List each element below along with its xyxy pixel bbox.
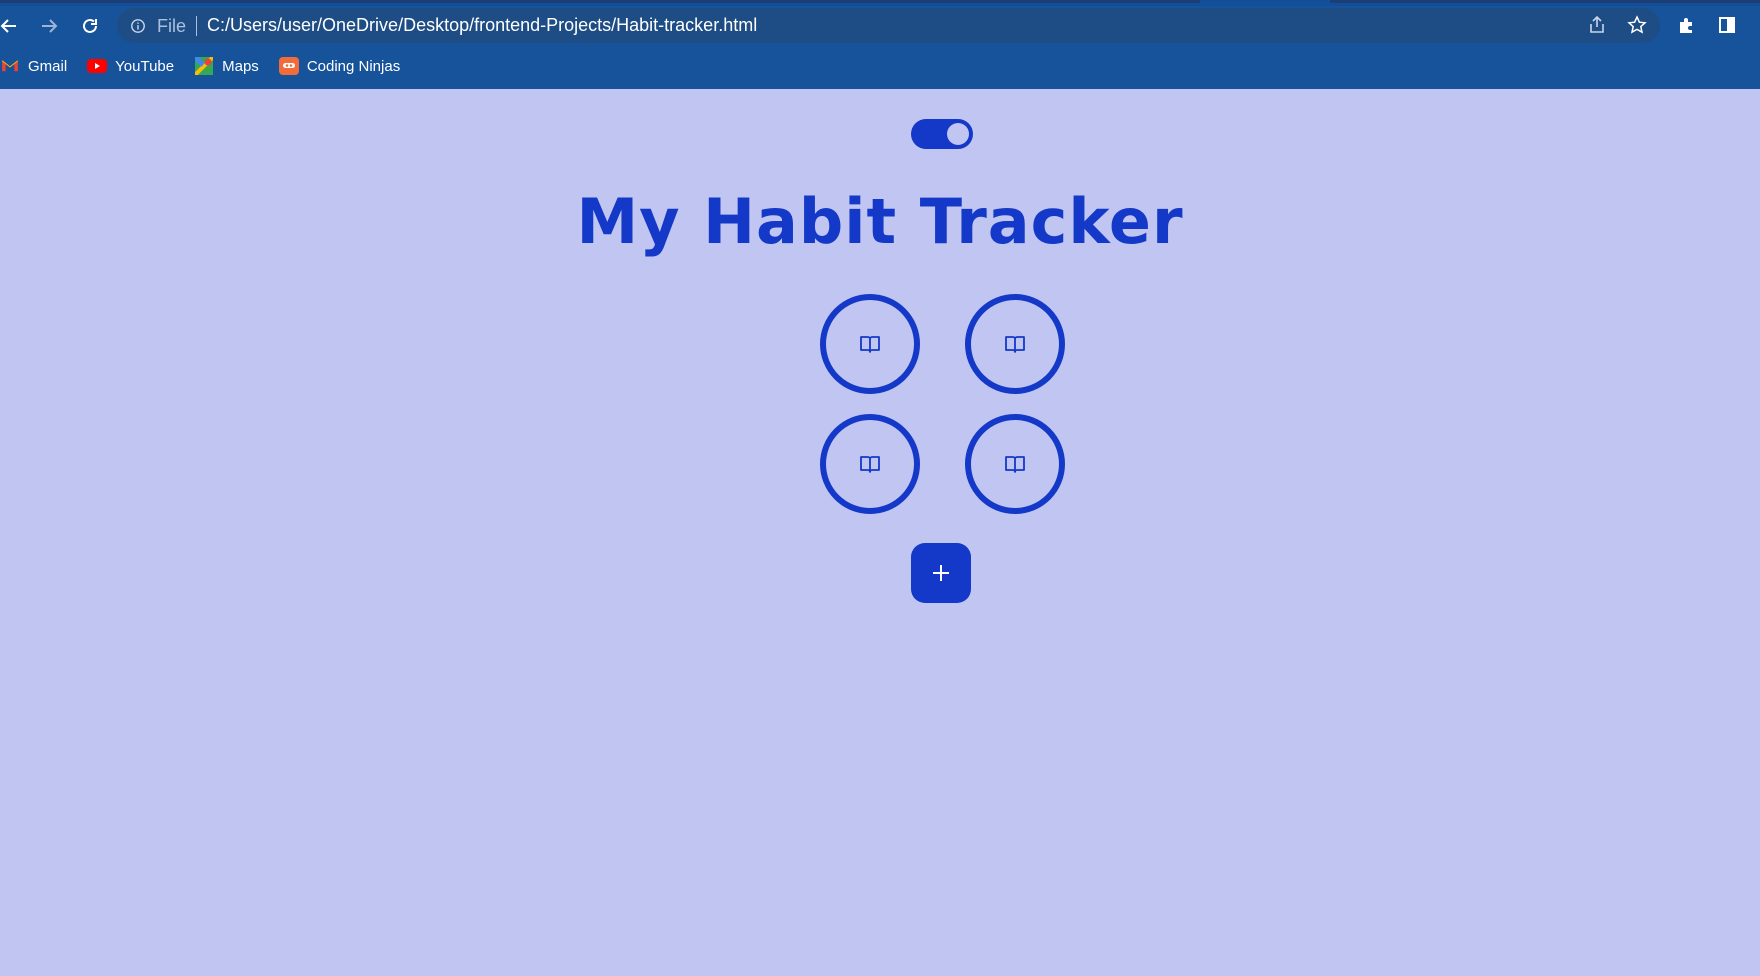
url-text[interactable]: C:/Users/user/OneDrive/Desktop/frontend-…	[207, 15, 757, 36]
tab-strip-segment	[1330, 0, 1760, 3]
bookmark-label: Gmail	[28, 57, 68, 75]
add-habit-button[interactable]	[911, 543, 971, 603]
book-icon	[860, 336, 880, 353]
forward-button[interactable]	[34, 11, 64, 41]
book-icon	[1005, 336, 1025, 353]
bookmark-label: YouTube	[115, 57, 175, 75]
plus-icon	[933, 565, 949, 581]
reload-icon	[83, 18, 97, 33]
share-button[interactable]	[1582, 10, 1612, 40]
bookmarks-bar: Gmail YouTube Maps Coding Ninjas	[0, 52, 420, 80]
back-button[interactable]	[0, 11, 24, 41]
habit-tracker-page: My Habit Tracker	[0, 89, 1760, 976]
bookmark-star-button[interactable]	[1622, 10, 1652, 40]
book-icon	[860, 456, 880, 473]
side-panel-icon	[1719, 17, 1735, 33]
coding-ninjas-icon	[278, 57, 299, 75]
book-icon	[1005, 456, 1025, 473]
bookmark-coding-ninjas[interactable]: Coding Ninjas	[278, 57, 401, 75]
browser-chrome: File C:/Users/user/OneDrive/Desktop/fron…	[0, 0, 1760, 89]
tab-strip	[0, 0, 1760, 6]
bookmark-label: Coding Ninjas	[306, 57, 401, 75]
page-title: My Habit Tracker	[576, 185, 1184, 258]
star-icon	[1627, 15, 1647, 34]
reload-button[interactable]	[75, 11, 105, 41]
gmail-icon	[0, 57, 20, 75]
bookmark-gmail[interactable]: Gmail	[0, 57, 67, 75]
extensions-button[interactable]	[1672, 10, 1702, 40]
back-arrow-icon	[0, 19, 16, 33]
toggle-knob	[947, 123, 969, 145]
bookmark-maps[interactable]: Maps	[194, 57, 259, 75]
site-info-icon[interactable]	[129, 17, 147, 35]
bookmark-label: Maps	[222, 57, 259, 75]
theme-toggle[interactable]	[911, 119, 973, 149]
tab-strip-segment	[0, 0, 1200, 3]
habit-button[interactable]	[820, 414, 920, 514]
habit-button[interactable]	[965, 414, 1065, 514]
maps-icon	[194, 57, 214, 75]
puzzle-icon	[1680, 18, 1692, 33]
bookmark-youtube[interactable]: YouTube	[87, 57, 174, 75]
habit-button[interactable]	[965, 294, 1065, 394]
forward-arrow-icon	[42, 19, 58, 33]
habit-button[interactable]	[820, 294, 920, 394]
url-scheme-label: File	[157, 15, 198, 36]
youtube-icon	[87, 57, 108, 75]
side-panel-button[interactable]	[1712, 10, 1742, 40]
address-bar[interactable]: File C:/Users/user/OneDrive/Desktop/fron…	[117, 8, 1660, 43]
share-icon	[1590, 15, 1604, 33]
